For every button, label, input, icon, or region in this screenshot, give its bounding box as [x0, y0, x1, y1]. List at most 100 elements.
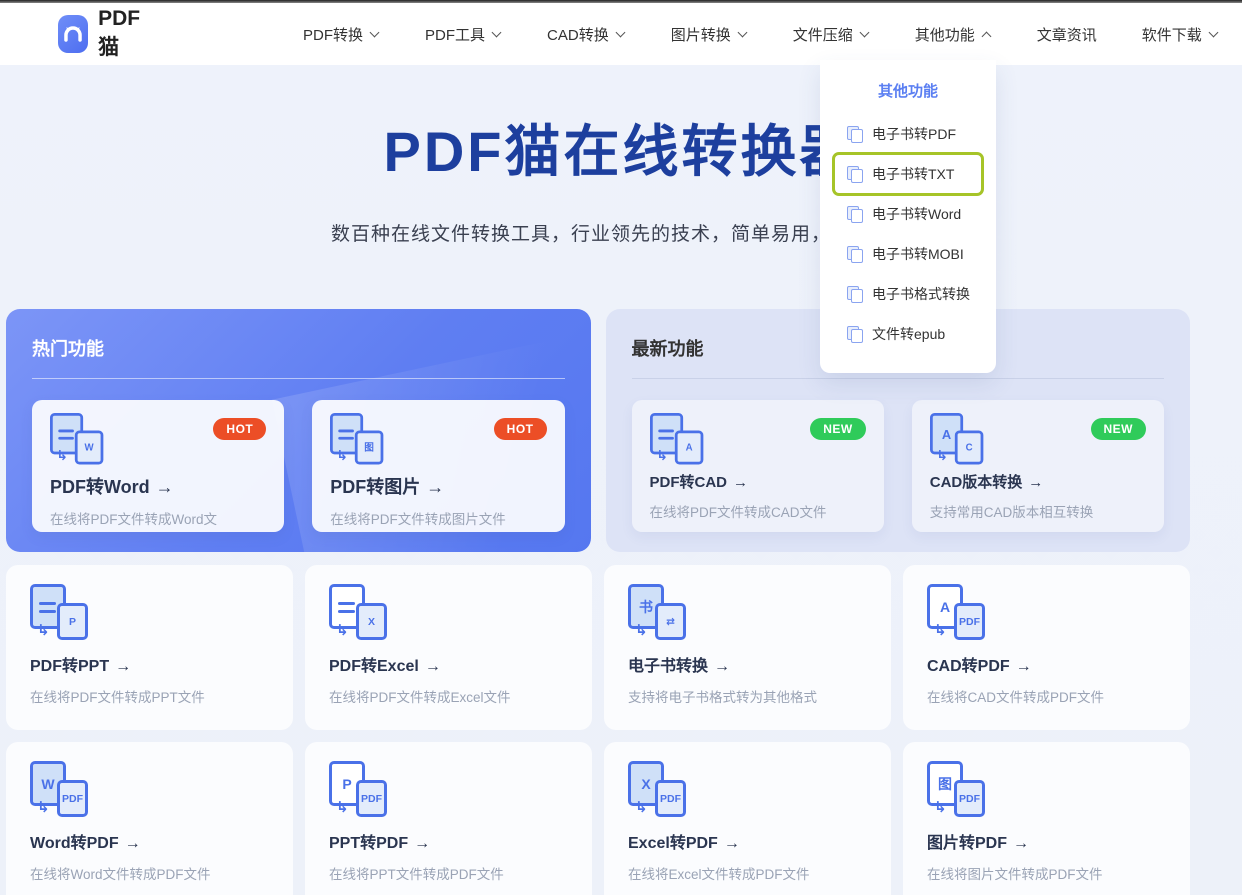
card-description: 在线将PDF文件转成图片文件 — [330, 512, 506, 527]
card-description: 在线将PDF文件转成CAD文件 — [649, 505, 827, 520]
card-title: 电子书转换 → — [628, 658, 731, 675]
arrow-icon: → — [1028, 474, 1044, 491]
hero-section: PDF猫在线转换器 数百种在线文件转换工具，行业领先的技术，简单易用，完全免费 — [0, 65, 1242, 309]
document-copy-icon — [847, 285, 863, 303]
divider — [631, 378, 1164, 379]
chevron-down-icon — [738, 29, 748, 39]
convert-arrow-icon: ↳ — [655, 447, 668, 464]
arrow-icon: → — [155, 477, 174, 497]
dropdown-item-ebook-to-word[interactable]: 电子书转Word — [835, 195, 981, 233]
feature-panels: 热门功能 HOT W ↳ PDF转Word → 在线将PDF文件转成Word文 H… — [6, 309, 1190, 552]
new-badge: NEW — [810, 418, 866, 440]
dropdown-item-ebook-to-pdf[interactable]: 电子书转PDF — [835, 115, 981, 153]
pdf-to-word-icon: W ↳ — [50, 413, 107, 465]
card-title: CAD版本转换 → — [929, 474, 1044, 491]
pdf-to-ppt-icon: P ↳ — [30, 584, 92, 640]
card-ebook-convert[interactable]: 书 ⇄ ↳ 电子书转换 → 支持将电子书格式转为其他格式 — [604, 565, 891, 730]
nav-item-articles[interactable]: 文章资讯 — [1037, 24, 1097, 45]
convert-arrow-icon: ↳ — [56, 447, 69, 464]
nav-item-pdf-tools[interactable]: PDF工具 — [425, 24, 502, 45]
page-title: PDF猫在线转换器 — [383, 120, 859, 183]
nav-menu: PDF转换 PDF工具 CAD转换 图片转换 文件压缩 其他功能 文章资讯 软件… — [303, 24, 1219, 45]
convert-arrow-icon: ↳ — [336, 799, 349, 816]
word-to-pdf-icon: W PDF ↳ — [30, 761, 92, 817]
dropdown-item-ebook-format-convert[interactable]: 电子书格式转换 — [835, 275, 981, 313]
card-description: 在线将CAD文件转成PDF文件 — [927, 690, 1105, 705]
main-content: 热门功能 HOT W ↳ PDF转Word → 在线将PDF文件转成Word文 H… — [6, 309, 1190, 895]
cad-to-pdf-icon: A PDF ↳ — [927, 584, 989, 640]
page-subtitle: 数百种在线文件转换工具，行业领先的技术，简单易用，完全免费 — [330, 223, 911, 245]
nav-item-cad-convert[interactable]: CAD转换 — [547, 24, 626, 45]
card-title: Word转PDF → — [30, 835, 141, 852]
convert-arrow-icon: ↳ — [37, 622, 50, 639]
card-pdf-to-cad[interactable]: NEW A ↳ PDF转CAD → 在线将PDF文件转成CAD文件 — [631, 400, 884, 532]
card-description: 在线将PDF文件转成Excel文件 — [329, 690, 511, 705]
convert-arrow-icon: ↳ — [336, 447, 349, 464]
card-description: 在线将Excel文件转成PDF文件 — [628, 867, 810, 882]
arrow-icon: → — [414, 835, 431, 852]
arrow-icon: → — [426, 477, 445, 497]
pdf-cat-logo-icon — [58, 15, 89, 53]
convert-arrow-icon: ↳ — [635, 622, 648, 639]
logo-text: PDF猫 — [98, 7, 141, 59]
card-cad-to-pdf[interactable]: A PDF ↳ CAD转PDF → 在线将CAD文件转成PDF文件 — [903, 565, 1190, 730]
nav-item-other-functions[interactable]: 其他功能 — [915, 24, 992, 45]
card-title: PDF转CAD → — [649, 474, 749, 491]
nav-item-pdf-convert[interactable]: PDF转换 — [303, 24, 380, 45]
dropdown-item-ebook-to-mobi[interactable]: 电子书转MOBI — [835, 235, 981, 273]
ppt-to-pdf-icon: P PDF ↳ — [329, 761, 391, 817]
chevron-up-icon — [982, 29, 992, 39]
convert-arrow-icon: ↳ — [934, 799, 947, 816]
arrow-icon: → — [424, 658, 441, 675]
card-description: 支持将电子书格式转为其他格式 — [628, 690, 817, 705]
card-word-to-pdf[interactable]: W PDF ↳ Word转PDF → 在线将Word文件转成PDF文件 — [6, 742, 293, 895]
card-description: 在线将PDF文件转成Word文 — [50, 512, 218, 527]
card-title: CAD转PDF → — [927, 658, 1032, 675]
card-title: Excel转PDF → — [628, 835, 740, 852]
card-pdf-to-excel[interactable]: X ↳ PDF转Excel → 在线将PDF文件转成Excel文件 — [305, 565, 592, 730]
card-ppt-to-pdf[interactable]: P PDF ↳ PPT转PDF → 在线将PPT文件转成PDF文件 — [305, 742, 592, 895]
card-description: 在线将Word文件转成PDF文件 — [30, 867, 211, 882]
chevron-down-icon — [370, 29, 380, 39]
convert-arrow-icon: ↳ — [336, 622, 349, 639]
tools-grid-row-2: W PDF ↳ Word转PDF → 在线将Word文件转成PDF文件 P PDF… — [6, 742, 1190, 895]
ebook-convert-icon: 书 ⇄ ↳ — [628, 584, 690, 640]
document-copy-icon — [847, 205, 863, 223]
card-cad-version-convert[interactable]: NEW A C ↳ CAD版本转换 → 支持常用CAD版本相互转换 — [911, 400, 1164, 532]
hot-badge: HOT — [213, 418, 267, 440]
chevron-down-icon — [492, 29, 502, 39]
cad-version-convert-icon: A C ↳ — [929, 413, 987, 465]
panel-title: 热门功能 — [32, 339, 104, 359]
card-description: 在线将图片文件转成PDF文件 — [927, 867, 1103, 882]
nav-item-image-convert[interactable]: 图片转换 — [671, 24, 748, 45]
card-title: PPT转PDF → — [329, 835, 431, 852]
tools-grid-row-1: P ↳ PDF转PPT → 在线将PDF文件转成PPT文件 X ↳ PDF转Exc… — [6, 565, 1190, 730]
convert-arrow-icon: ↳ — [936, 447, 948, 464]
arrow-icon: → — [733, 474, 748, 491]
card-title: PDF转图片 → — [330, 477, 445, 497]
nav-item-file-compress[interactable]: 文件压缩 — [793, 24, 870, 45]
card-image-to-pdf[interactable]: 图 PDF ↳ 图片转PDF → 在线将图片文件转成PDF文件 — [903, 742, 1190, 895]
card-description: 支持常用CAD版本相互转换 — [929, 505, 1094, 520]
card-pdf-to-ppt[interactable]: P ↳ PDF转PPT → 在线将PDF文件转成PPT文件 — [6, 565, 293, 730]
nav-item-software-download[interactable]: 软件下载 — [1142, 24, 1219, 45]
logo[interactable]: PDF猫 — [58, 7, 148, 61]
page: { "colors": { "accent": "#4a71e8", "hot-… — [0, 0, 1242, 895]
document-copy-icon — [847, 325, 863, 343]
arrow-icon: → — [115, 658, 132, 675]
pdf-to-cad-icon: A ↳ — [649, 413, 707, 465]
chevron-down-icon — [1209, 29, 1219, 39]
dropdown-item-file-to-epub[interactable]: 文件转epub — [835, 315, 981, 353]
other-functions-dropdown: 其他功能 电子书转PDF 电子书转TXT 电子书转Word 电子书转MOBI 电… — [820, 60, 996, 373]
dropdown-title: 其他功能 — [877, 83, 938, 100]
excel-to-pdf-icon: X PDF ↳ — [628, 761, 690, 817]
card-pdf-to-word[interactable]: HOT W ↳ PDF转Word → 在线将PDF文件转成Word文 — [32, 400, 285, 532]
dropdown-item-ebook-to-txt[interactable]: 电子书转TXT — [832, 152, 984, 196]
arrow-icon: → — [1015, 658, 1032, 675]
card-excel-to-pdf[interactable]: X PDF ↳ Excel转PDF → 在线将Excel文件转成PDF文件 — [604, 742, 891, 895]
top-nav: PDF猫 PDF转换 PDF工具 CAD转换 图片转换 文件压缩 其他功能 文章… — [0, 3, 1242, 65]
card-pdf-to-image[interactable]: HOT 图 ↳ PDF转图片 → 在线将PDF文件转成图片文件 — [312, 400, 565, 532]
document-copy-icon — [847, 245, 863, 263]
arrow-icon: → — [124, 835, 141, 852]
convert-arrow-icon: ↳ — [934, 622, 947, 639]
